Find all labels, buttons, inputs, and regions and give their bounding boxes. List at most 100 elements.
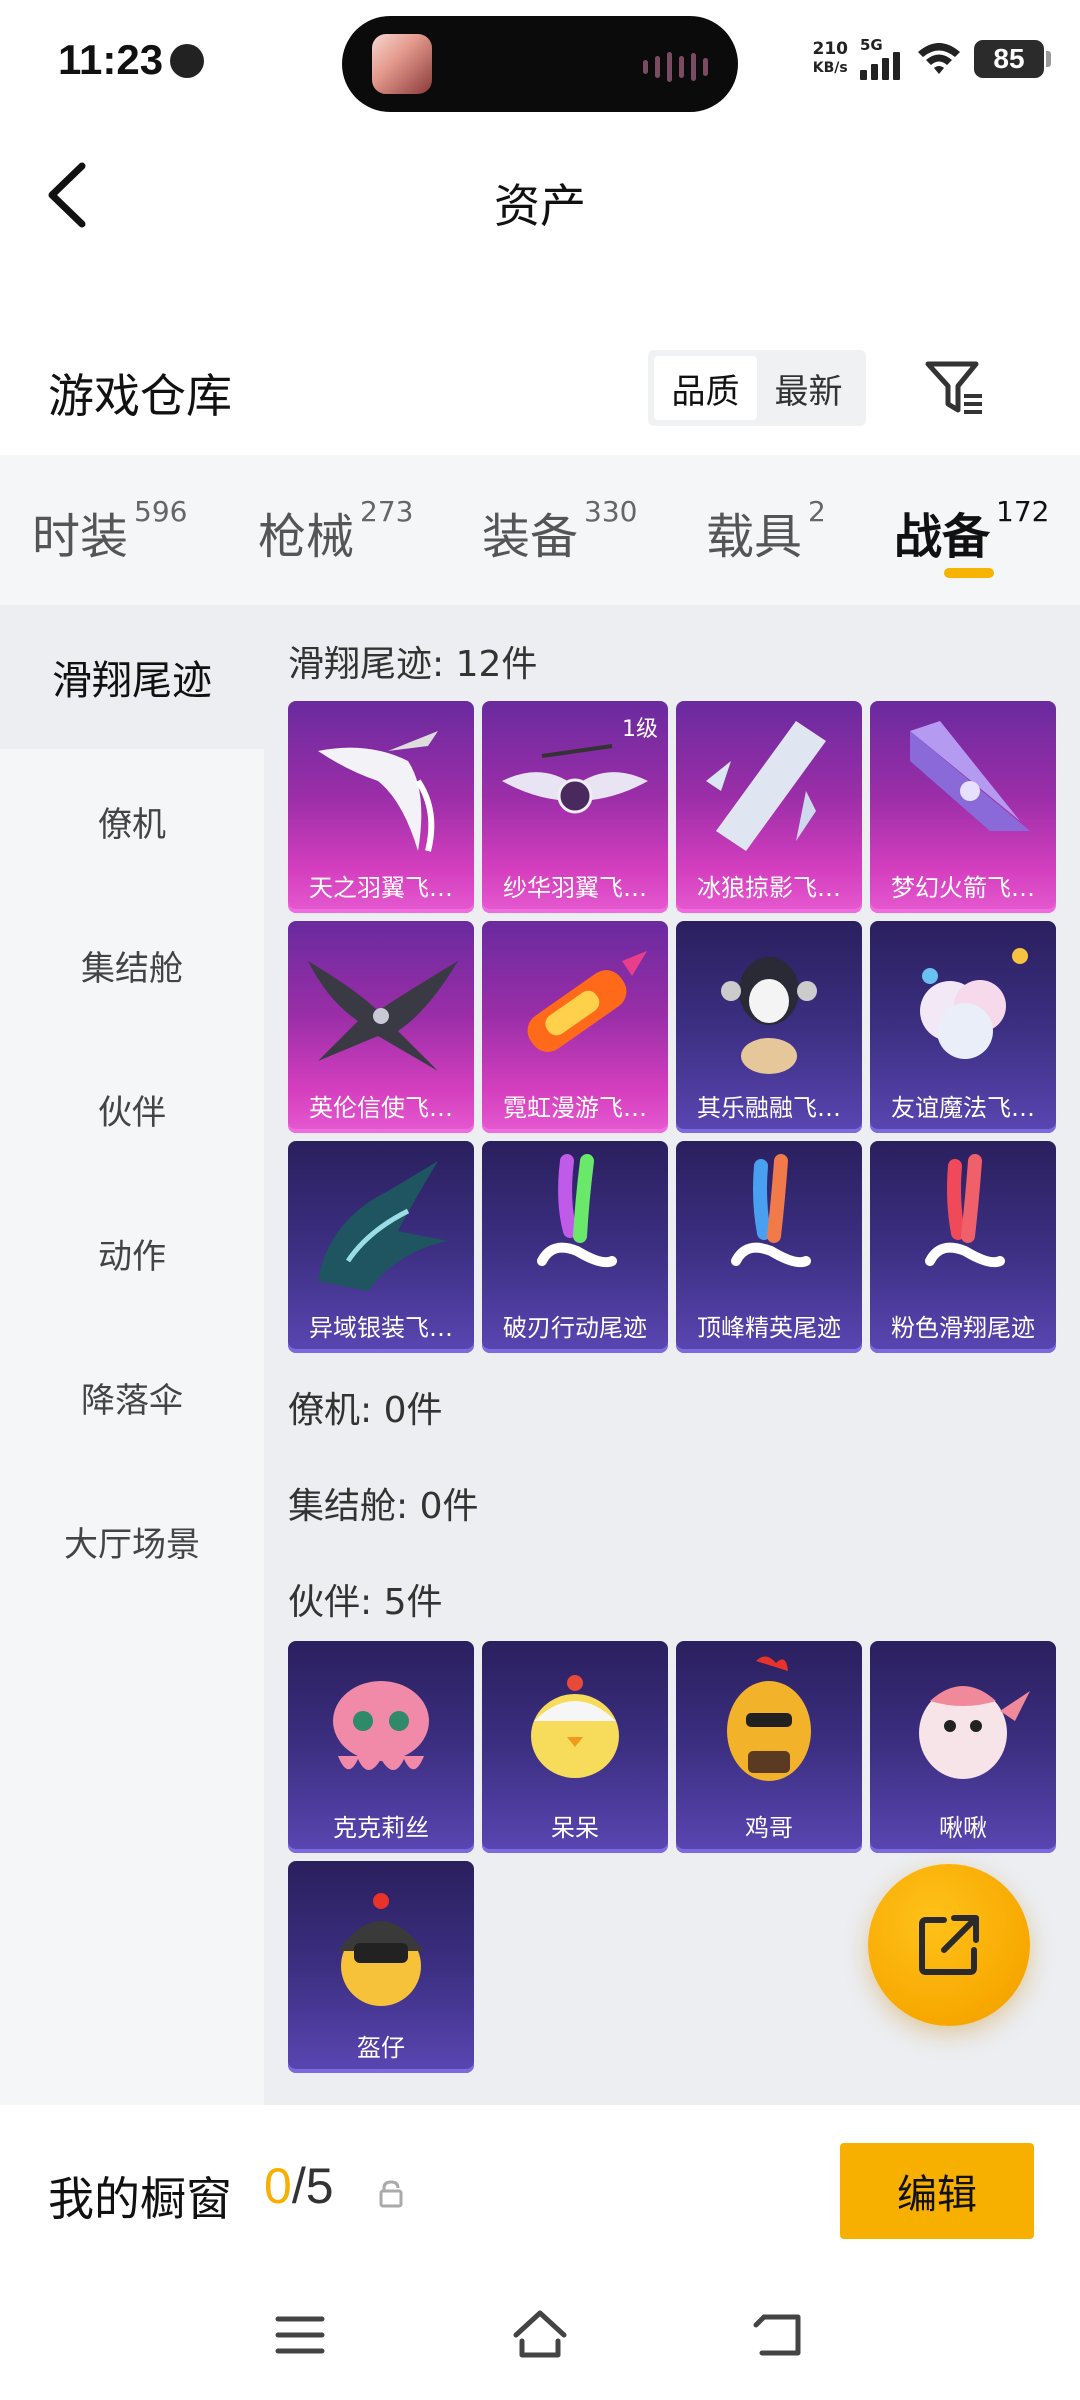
item-label: 天之羽翼飞…	[309, 874, 453, 902]
item-label: 冰狼掠影飞…	[697, 874, 841, 902]
network-speed-value: 210	[812, 39, 849, 59]
group-title-capsule: 集结舱: 0件	[288, 1486, 479, 1527]
app-notification-icon	[170, 44, 204, 78]
sidebar-item-wingman[interactable]: 僚机	[0, 749, 264, 893]
tab-fashion-count: 596	[134, 495, 188, 528]
group-title-wingman: 僚机: 0件	[288, 1390, 443, 1431]
item-card[interactable]: 1级 纱华羽翼飞…	[482, 701, 668, 913]
item-card[interactable]: 呆呆	[482, 1641, 668, 1853]
penguin-glider-icon	[721, 957, 817, 1074]
rocket-glider-icon	[910, 721, 1030, 831]
tab-firearms-label: 枪械	[258, 509, 355, 565]
item-label: 顶峰精英尾迹	[697, 1314, 841, 1342]
rainbow-smoke-trail-icon	[537, 1154, 617, 1268]
page-title: 资产	[494, 179, 586, 233]
item-card[interactable]: 啾啾	[870, 1641, 1056, 1853]
group-title-companion: 伙伴: 5件	[288, 1582, 443, 1623]
neon-rocket-icon	[527, 951, 647, 1052]
active-tab-indicator	[944, 568, 994, 578]
tab-firearms-count: 273	[360, 495, 414, 528]
showcase-separator: /	[291, 2158, 306, 2214]
friendship-cloud-icon	[920, 948, 1028, 1059]
item-card[interactable]: 盔仔	[288, 1861, 474, 2073]
system-nav-bar	[0, 2275, 1080, 2400]
item-card[interactable]: 克克莉丝	[288, 1641, 474, 1853]
edit-showcase-button[interactable]: 编辑	[840, 2143, 1034, 2239]
pink-smoke-trail-icon	[925, 1154, 1005, 1268]
sort-by-newest[interactable]: 最新	[757, 356, 860, 420]
warehouse-header: 游戏仓库 品质 最新	[0, 330, 1080, 450]
item-card[interactable]: 异域银装飞…	[288, 1141, 474, 1353]
showcase-label: 我的橱窗	[48, 2172, 232, 2226]
item-card[interactable]: 友谊魔法飞…	[870, 921, 1056, 1133]
sidebar-item-parachute[interactable]: 降落伞	[0, 1325, 264, 1469]
messenger-bird-icon	[308, 961, 458, 1071]
chick-companion-icon	[531, 1675, 619, 1778]
item-label: 盔仔	[357, 2034, 405, 2062]
item-label: 克克莉丝	[333, 1814, 429, 1842]
lock-icon[interactable]	[376, 2179, 406, 2209]
item-label: 纱华羽翼飞…	[503, 874, 647, 902]
item-card[interactable]: 天之羽翼飞…	[288, 701, 474, 913]
item-label: 啾啾	[939, 1814, 987, 1842]
category-tabs: 时装 596 枪械 273 装备 330 载具 2 战备 172	[0, 455, 1080, 605]
dynamic-island[interactable]	[342, 16, 738, 112]
item-label: 霓虹漫游飞…	[503, 1094, 647, 1122]
filter-icon[interactable]	[922, 356, 986, 420]
wing-trail-icon	[318, 731, 438, 852]
item-card[interactable]: 霓虹漫游飞…	[482, 921, 668, 1133]
showcase-total: 5	[305, 2158, 334, 2214]
item-label: 异域银装飞…	[309, 1314, 453, 1342]
cellular-signal-icon: 5G	[860, 36, 904, 82]
sidebar-item-emote[interactable]: 动作	[0, 1181, 264, 1325]
tab-equipment[interactable]: 装备 330	[482, 495, 638, 567]
group-title-glide-trail: 滑翔尾迹: 12件	[288, 644, 538, 685]
tab-fashion-label: 时装	[32, 509, 129, 565]
island-app-avatar	[372, 34, 432, 94]
item-label: 友谊魔法飞…	[891, 1094, 1035, 1122]
bird-companion-icon	[919, 1686, 1030, 1779]
tab-equipment-count: 330	[584, 495, 638, 528]
warehouse-title: 游戏仓库	[48, 369, 232, 423]
wifi-icon	[918, 43, 960, 74]
sort-by-quality[interactable]: 品质	[654, 356, 757, 420]
tab-combat-gear-count: 172	[996, 495, 1050, 528]
item-card[interactable]: 破刃行动尾迹	[482, 1141, 668, 1353]
tab-vehicles[interactable]: 载具 2	[706, 495, 826, 567]
battery-indicator: 85	[974, 40, 1051, 78]
app-header: 资产	[0, 130, 1080, 260]
sidebar-item-glide-trail[interactable]: 滑翔尾迹	[0, 605, 264, 749]
sidebar-item-capsule[interactable]: 集结舱	[0, 893, 264, 1037]
sidebar-item-companion[interactable]: 伙伴	[0, 1037, 264, 1181]
home-icon[interactable]	[510, 2305, 570, 2365]
tab-vehicles-label: 载具	[706, 509, 803, 565]
tab-fashion[interactable]: 时装 596	[32, 495, 188, 567]
item-label: 粉色滑翔尾迹	[891, 1314, 1035, 1342]
network-speed-unit: KB/s	[812, 60, 848, 76]
share-external-icon	[919, 1915, 979, 1975]
item-card[interactable]: 鸡哥	[676, 1641, 862, 1853]
audio-wave-icon	[643, 52, 708, 82]
silver-wing-icon	[318, 1161, 448, 1291]
item-card[interactable]: 顶峰精英尾迹	[676, 1141, 862, 1353]
item-level: 1级	[622, 717, 658, 742]
back-nav-icon[interactable]	[750, 2305, 810, 2365]
tab-equipment-label: 装备	[482, 509, 579, 565]
share-fab-button[interactable]	[868, 1864, 1030, 2026]
item-card[interactable]: 冰狼掠影飞…	[676, 701, 862, 913]
showcase-count: 0/5	[264, 2157, 334, 2215]
ice-wolf-trail-icon	[706, 721, 826, 851]
rooster-companion-icon	[727, 1656, 811, 1781]
menu-icon[interactable]	[270, 2305, 330, 2365]
tab-firearms[interactable]: 枪械 273	[258, 495, 414, 567]
subcategory-sidebar: 滑翔尾迹 僚机 集结舱 伙伴 动作 降落伞 大厅场景	[0, 605, 264, 2105]
tab-combat-gear[interactable]: 战备 172	[894, 495, 1050, 567]
item-card[interactable]: 英伦信使飞…	[288, 921, 474, 1133]
item-card[interactable]: 粉色滑翔尾迹	[870, 1141, 1056, 1353]
elite-smoke-trail-icon	[731, 1154, 811, 1268]
item-card[interactable]: 其乐融融飞…	[676, 921, 862, 1133]
sidebar-item-lobby-scene[interactable]: 大厅场景	[0, 1469, 264, 1613]
network-speed: 210 KB/s	[813, 40, 849, 78]
item-label: 其乐融融飞…	[697, 1094, 841, 1122]
item-card[interactable]: 梦幻火箭飞…	[870, 701, 1056, 913]
